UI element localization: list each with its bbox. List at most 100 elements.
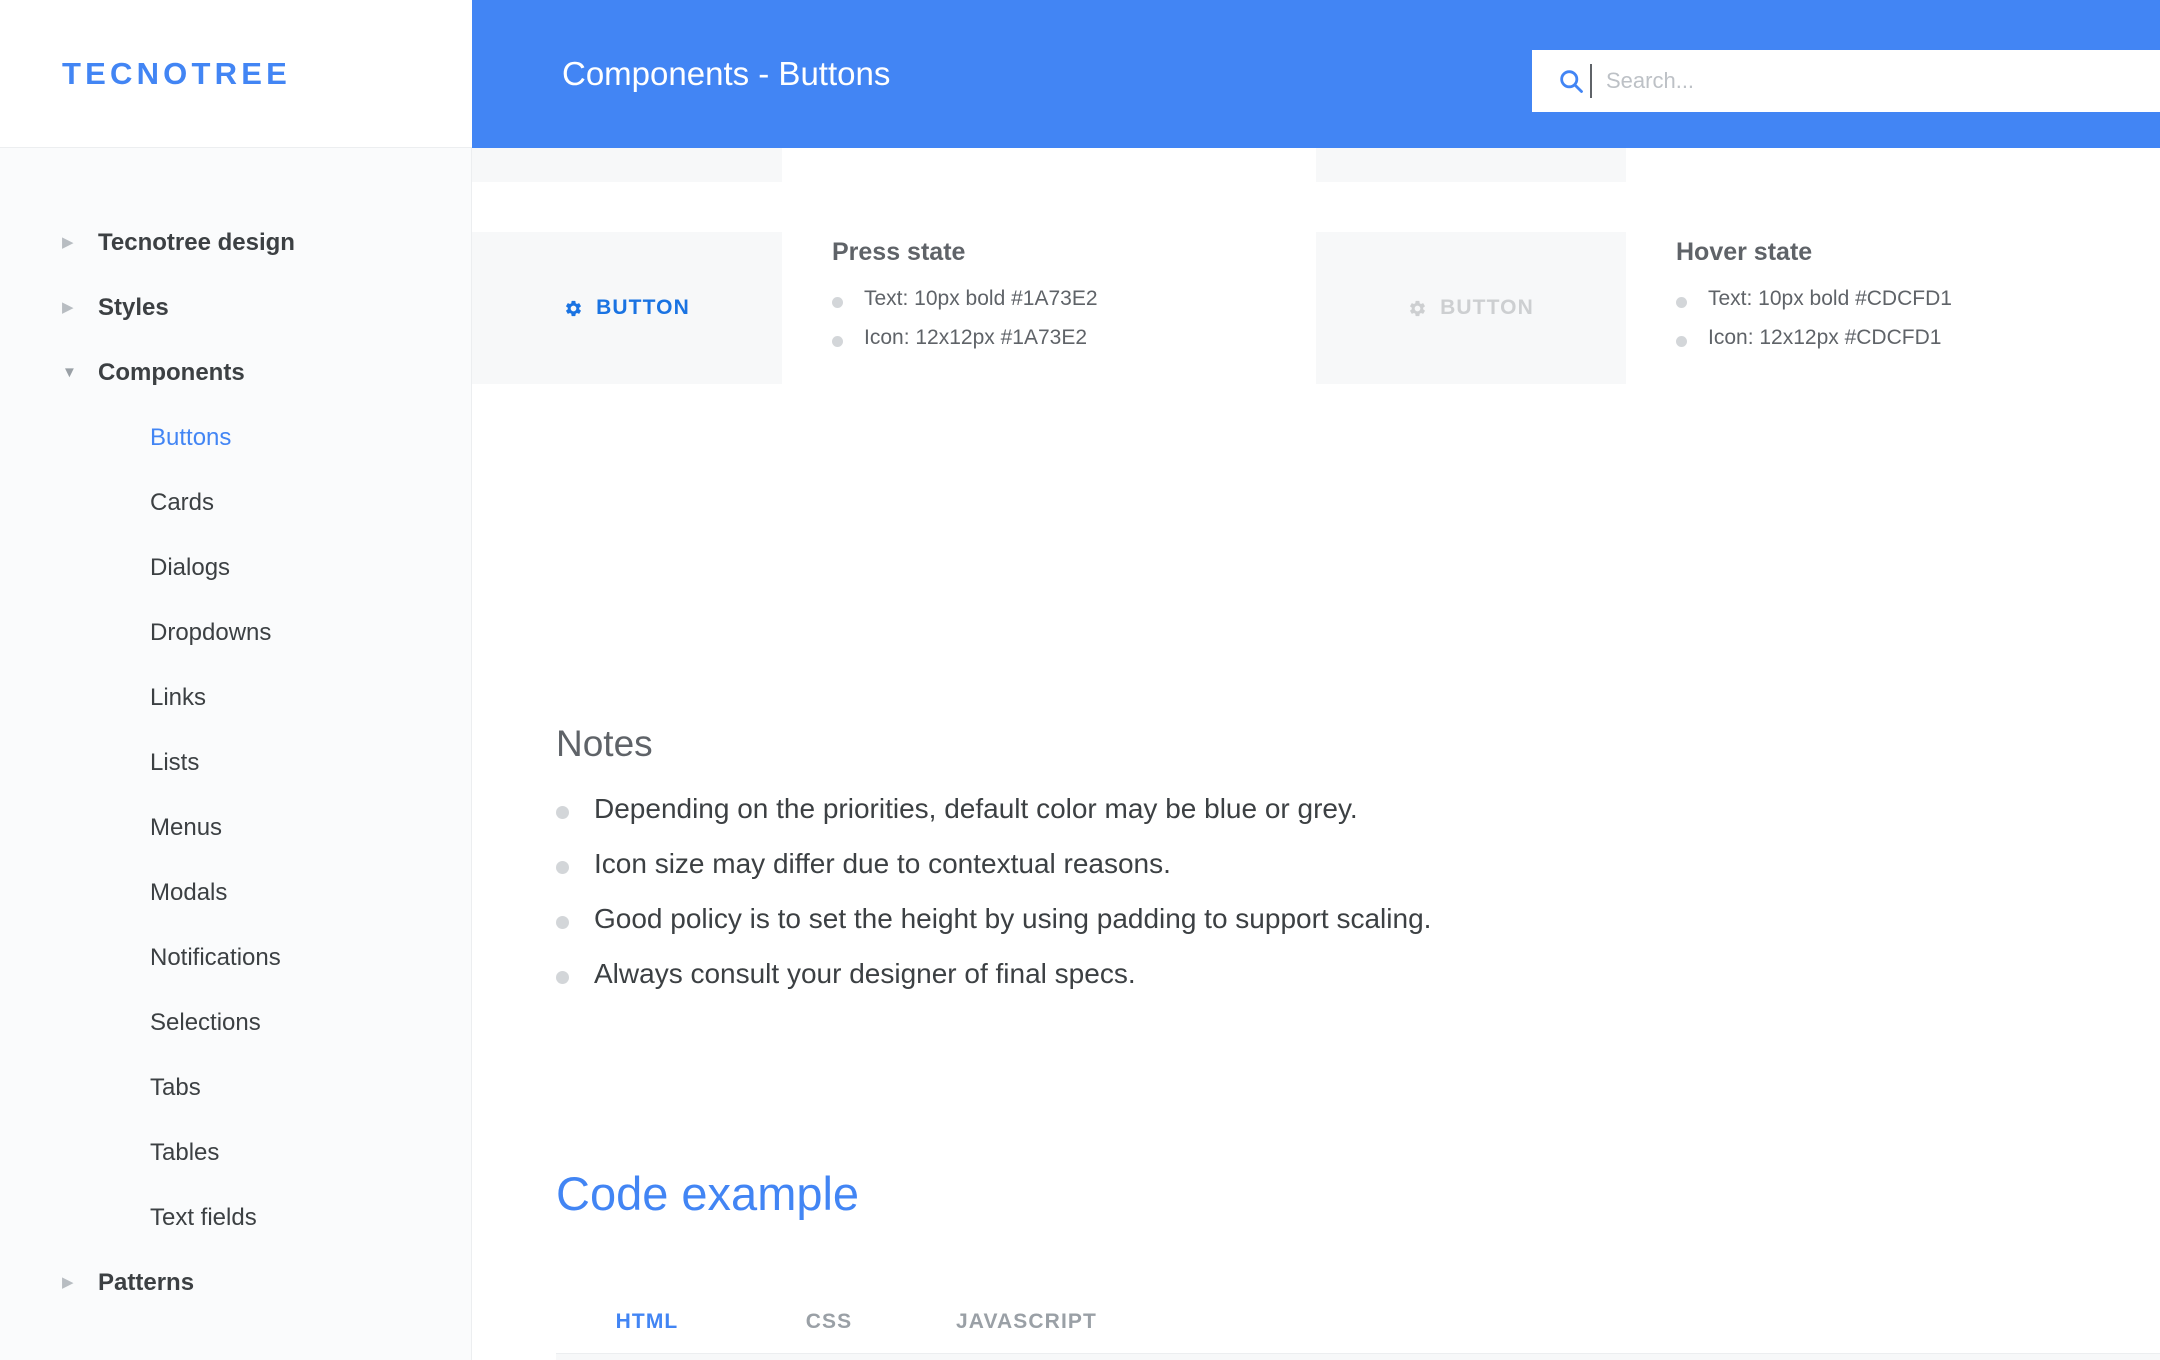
sidebar-item-label: Dropdowns [150,618,272,646]
sidebar-group-tecnotree-design[interactable]: ▶ Tecnotree design [0,210,471,275]
sidebar-item-lists[interactable]: Lists [0,730,471,795]
sidebar: ▶ Tecnotree design ▶ Styles ▼ Components… [0,148,472,1360]
sidebar-item-cards[interactable]: Cards [0,470,471,535]
code-panel-wrap: HTML CSS JAVASCRIPT COPY <a class=“btn b… [472,1291,2160,1360]
bullet-icon [832,336,843,347]
spec-block-cutoff-left: BUTTON Icon: 12x12px #1D80FB [472,148,1316,182]
code-example-section: Code example HTML CSS JAVASCRIPT COPY <a… [472,1166,2160,1360]
button-swatch: BUTTON [1316,148,1626,182]
sidebar-item-label: Tables [150,1138,220,1166]
top-bar: Components - Buttons ✕ [472,0,2160,148]
search-text-caret [1590,64,1592,98]
gear-icon [1408,299,1427,318]
sidebar-item-dropdowns[interactable]: Dropdowns [0,600,471,665]
spec-icon-line: Icon: 12x12px #CDCFD1 [1708,326,1942,349]
spec-list-item: Icon: 12x12px #1A73E2 [832,326,1098,350]
note-text: Good policy is to set the height by usin… [594,903,1432,934]
note-text: Depending on the priorities, default col… [594,793,1358,824]
spec-text-line: Text: 10px bold #1A73E2 [864,287,1098,310]
spec-text-line: Text: 10px bold #CDCFD1 [1708,287,1952,310]
button-swatch-press: BUTTON [472,232,782,384]
sidebar-group-label: Components [98,358,245,386]
spec-icon-line: Icon: 12x12px #1A73E2 [864,326,1088,349]
sidebar-item-menus[interactable]: Menus [0,795,471,860]
chevron-right-icon: ▶ [62,299,74,316]
spec-row-cutoff: BUTTON Icon: 12x12px #1D80FB [472,148,2160,182]
main-content: BUTTON Icon: 12x12px #1D80FB [472,148,2160,1360]
note-list-item: Always consult your designer of final sp… [556,958,2160,990]
search-input[interactable] [1604,67,2160,95]
sidebar-item-tabs[interactable]: Tabs [0,1055,471,1120]
sidebar-item-notifications[interactable]: Notifications [0,925,471,990]
spec-block-cutoff-right: BUTTON Icon: 12x12px #4A99FC [1316,148,2160,182]
sidebar-item-label: Menus [150,813,223,841]
sidebar-item-label: Dialogs [150,553,231,581]
spec-text-press-state: Press state Text: 10px bold #1A73E2 Icon… [782,232,1098,384]
spec-state-title: Hover state [1676,238,1813,266]
sidebar-item-label: Buttons [150,423,232,451]
sidebar-item-label: Cards [150,488,215,516]
sidebar-item-buttons[interactable]: Buttons [0,405,471,470]
sidebar-item-label: Links [150,683,207,711]
notes-section: Notes Depending on the priorities, defau… [472,723,2160,1013]
notes-title: Notes [556,723,653,764]
spec-state-title: Press state [832,238,966,266]
bullet-icon [556,916,569,929]
sidebar-item-tables[interactable]: Tables [0,1120,471,1185]
sidebar-item-links[interactable]: Links [0,665,471,730]
search-icon [1556,66,1586,96]
chevron-down-icon: ▼ [62,364,77,381]
bullet-icon [556,971,569,984]
hover-state-button[interactable]: BUTTON [1408,296,1534,320]
bullet-icon [556,806,569,819]
note-text: Always consult your designer of final sp… [594,958,1136,989]
sidebar-group-patterns[interactable]: ▶ Patterns [0,1250,471,1315]
press-state-button-label: BUTTON [596,296,690,319]
sidebar-item-text-fields[interactable]: Text fields [0,1185,471,1250]
search-bar[interactable]: ✕ [1532,50,2160,112]
button-swatch-hover: BUTTON [1316,232,1626,384]
sidebar-item-label: Lists [150,748,200,776]
sidebar-item-label: Selections [150,1008,261,1036]
gear-icon [564,299,583,318]
note-list-item: Good policy is to set the height by usin… [556,903,2160,935]
code-panel: COPY <a class=“btn btn-primary” href=“#”… [556,1353,2160,1360]
sidebar-group-label: Tecnotree design [98,228,295,256]
bullet-icon [556,861,569,874]
sidebar-group-label: Patterns [98,1268,195,1296]
sidebar-group-components[interactable]: ▼ Components [0,340,471,405]
spec-text-cutoff-right: Icon: 12x12px #4A99FC [1626,148,1933,182]
spec-block-hover-state: BUTTON Hover state Text: 10px bold #CDCF… [1316,232,2160,384]
sidebar-item-label: Modals [150,878,228,906]
app-root: TECNOTREE Components - Buttons ✕ ▶ Tecno… [0,0,2160,1360]
sidebar-item-label: Text fields [150,1203,257,1231]
logo-bar: TECNOTREE [0,0,472,148]
note-text: Icon size may differ due to contextual r… [594,848,1171,879]
spec-text-cutoff-left: Icon: 12x12px #1D80FB [782,148,1089,182]
button-swatch: BUTTON [472,148,782,182]
note-list-item: Icon size may differ due to contextual r… [556,848,2160,880]
hover-state-button-label: BUTTON [1440,296,1534,319]
sidebar-item-dialogs[interactable]: Dialogs [0,535,471,600]
spec-row-states: BUTTON Press state Text: 10px bold #1A73… [472,232,2160,384]
page-title: Components - Buttons [562,55,891,92]
spec-block-press-state: BUTTON Press state Text: 10px bold #1A73… [472,232,1316,384]
code-example-heading: Code example [556,1167,860,1220]
spec-list-item: Text: 10px bold #1A73E2 [832,287,1098,311]
brand-logo[interactable]: TECNOTREE [62,56,291,92]
spec-text-hover-state: Hover state Text: 10px bold #CDCFD1 Icon… [1626,232,1952,384]
tab-css[interactable]: CSS [738,1291,920,1353]
sidebar-item-label: Notifications [150,943,281,971]
sidebar-item-label: Tabs [150,1073,201,1101]
sidebar-group-styles[interactable]: ▶ Styles [0,275,471,340]
tab-html[interactable]: HTML [556,1291,738,1353]
chevron-right-icon: ▶ [62,234,74,251]
bullet-icon [1676,297,1687,308]
sidebar-item-selections[interactable]: Selections [0,990,471,1055]
tab-javascript[interactable]: JAVASCRIPT [920,1291,1133,1353]
press-state-button[interactable]: BUTTON [564,296,690,320]
sidebar-group-label: Styles [98,293,169,321]
code-tabs: HTML CSS JAVASCRIPT [556,1291,2160,1353]
sidebar-item-modals[interactable]: Modals [0,860,471,925]
bullet-icon [832,297,843,308]
